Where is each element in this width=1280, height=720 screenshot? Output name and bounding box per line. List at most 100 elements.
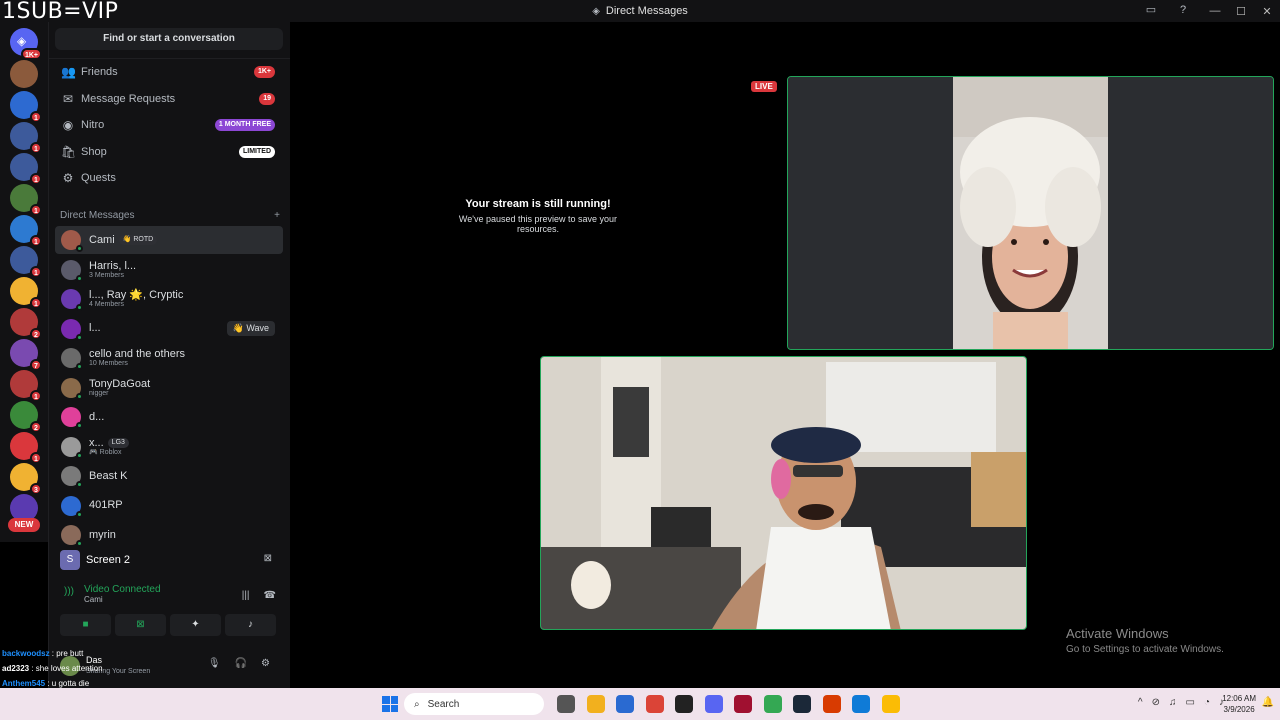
avatar	[61, 407, 83, 429]
chrome-icon[interactable]	[645, 695, 664, 713]
avatar	[61, 436, 83, 459]
discord-icon[interactable]	[704, 695, 723, 713]
server-icon[interactable]: 3	[10, 463, 42, 495]
server-icon[interactable]: 1	[10, 122, 42, 154]
new-badge[interactable]: NEW	[8, 518, 40, 532]
help-icon[interactable]: ?	[1176, 3, 1190, 17]
inbox-icon[interactable]: ▭	[1144, 3, 1158, 17]
chat-message: : u gotta die	[45, 679, 90, 688]
activities-button[interactable]: ✦	[170, 614, 221, 636]
server-icon[interactable]: 1	[10, 432, 42, 464]
server-icon[interactable]	[10, 60, 38, 88]
server-badge: 2	[30, 328, 42, 340]
server-icon[interactable]: 1	[10, 370, 42, 402]
add-dm-icon[interactable]: +	[274, 210, 280, 221]
video-tile-self[interactable]	[540, 356, 1027, 630]
server-icon[interactable]: 1	[10, 215, 42, 247]
server-icon[interactable]: 1	[10, 246, 42, 278]
notification-bell-icon[interactable]: 🔔	[1262, 697, 1274, 708]
nav-quests[interactable]: ⚙ Quests	[55, 166, 283, 190]
avatar	[61, 466, 83, 488]
home-button[interactable]: ◈ 1K+	[10, 28, 42, 60]
title-bar: ◈ Direct Messages ▭ ? — ☐ ✕	[0, 0, 1280, 22]
dm-name: myrin	[89, 528, 116, 541]
chrome2-icon[interactable]	[763, 695, 782, 713]
dm-subtitle: nigger	[89, 389, 109, 397]
find-conversation-button[interactable]: Find or start a conversation	[55, 28, 283, 50]
camera-button[interactable]: ■	[60, 614, 111, 636]
soundboard-button[interactable]: ♪	[225, 614, 276, 636]
screen-share-button[interactable]: ⊠	[115, 614, 166, 636]
dm-name: 401RP	[89, 499, 123, 512]
dm-item[interactable]: l... 👋 Wave	[55, 315, 283, 343]
nav-nitro[interactable]: ◉ Nitro 1 MONTH FREE	[55, 113, 283, 137]
maximize-button[interactable]: ☐	[1228, 5, 1254, 18]
files-app-icon[interactable]	[557, 695, 575, 713]
settings-icon[interactable]: ⚙	[261, 658, 270, 669]
disconnect-icon[interactable]: ☎	[264, 590, 276, 601]
dm-name: Beast K	[89, 469, 128, 482]
stop-share-icon[interactable]: ⊠	[264, 553, 272, 564]
taskbar-search[interactable]: ⌕ Search	[404, 693, 544, 715]
noise-suppression-icon[interactable]: |||	[242, 590, 250, 601]
explorer-icon[interactable]	[586, 695, 605, 713]
dm-name: TonyDaGoat	[89, 377, 151, 390]
office-icon[interactable]	[822, 695, 841, 713]
start-button[interactable]	[382, 696, 398, 712]
server-icon[interactable]: 1	[10, 153, 42, 185]
network-off-icon[interactable]: ⊘	[1152, 697, 1160, 708]
chevron-up-icon[interactable]: ^	[1138, 697, 1143, 708]
avatar	[61, 289, 83, 311]
chat-message: : she loves attention	[29, 664, 103, 673]
steam-icon[interactable]	[793, 695, 811, 713]
display-icon[interactable]: ▭	[1186, 697, 1195, 708]
nav-friends[interactable]: 👥 Friends 1K+	[55, 60, 283, 84]
wave-button[interactable]: 👋 Wave	[226, 320, 275, 336]
nav-message-requests[interactable]: ✉ Message Requests 19	[55, 87, 283, 111]
dm-item[interactable]: l..., Ray 🌟, Cryptic 4 Members	[55, 285, 283, 313]
store-icon[interactable]	[616, 695, 634, 713]
adobe-icon[interactable]	[734, 695, 752, 713]
shop-icon: 🛍	[61, 144, 77, 159]
server-icon[interactable]: 1	[10, 277, 42, 309]
server-badge: 2	[30, 421, 42, 433]
stream-view: Your stream is still running! We've paus…	[290, 22, 1280, 688]
server-icon[interactable]: 7	[10, 339, 42, 371]
close-button[interactable]: ✕	[1254, 5, 1280, 18]
server-icon[interactable]: 1	[10, 184, 42, 216]
server-badge: 1	[30, 390, 42, 402]
dm-subtitle: 3 Members	[89, 271, 125, 279]
server-badge: 1	[30, 297, 42, 309]
dm-item[interactable]: Harris, l... 3 Members	[55, 256, 283, 284]
server-badge: 1	[30, 266, 42, 278]
dm-item[interactable]: TonyDaGoat nigger	[55, 374, 283, 402]
mic-tray-icon[interactable]: ♫	[1169, 697, 1177, 708]
chrome3-icon[interactable]	[881, 695, 900, 713]
dm-item[interactable]: 401RP	[55, 492, 283, 520]
stream-overlay-text: 1SUB=VIP	[2, 0, 119, 24]
mail-icon: ✉	[62, 91, 74, 106]
avatar	[61, 348, 83, 370]
game-icon[interactable]	[675, 695, 693, 713]
minimize-button[interactable]: —	[1202, 5, 1228, 17]
server-icon[interactable]: 1	[10, 91, 42, 123]
server-badge: 1	[30, 452, 42, 464]
dm-item[interactable]: d...	[55, 403, 283, 431]
signal-icon: )))	[64, 586, 74, 597]
edge-icon[interactable]	[852, 695, 870, 713]
dm-item[interactable]: Beast K	[55, 462, 283, 490]
nav-shop[interactable]: 🛍 Shop LIMITED	[55, 140, 283, 164]
dm-section-header: Direct Messages +	[60, 210, 280, 221]
dm-item[interactable]: x... LG3 🎮 Roblox	[55, 433, 283, 461]
taskbar: ⌕ Search ^ ⊘ ♫ ▭ ◔ ♪ 12:06 AM 3/9/2026 🔔	[0, 688, 1280, 720]
clock[interactable]: 12:06 AM 3/9/2026	[1222, 693, 1256, 715]
server-badge: 1	[30, 111, 42, 123]
video-tile-cami[interactable]	[787, 76, 1274, 350]
server-icon[interactable]: 2	[10, 401, 42, 433]
dm-item[interactable]: cello and the others 10 Members	[55, 344, 283, 372]
wifi-icon[interactable]: ◔	[1204, 697, 1210, 708]
chat-overlay: backwoodsz : pre butt ad2323 : she loves …	[2, 646, 262, 691]
search-icon: ⌕	[414, 698, 420, 710]
dm-item[interactable]: Cami 👋 ROTD	[55, 226, 283, 254]
server-icon[interactable]: 2	[10, 308, 42, 340]
